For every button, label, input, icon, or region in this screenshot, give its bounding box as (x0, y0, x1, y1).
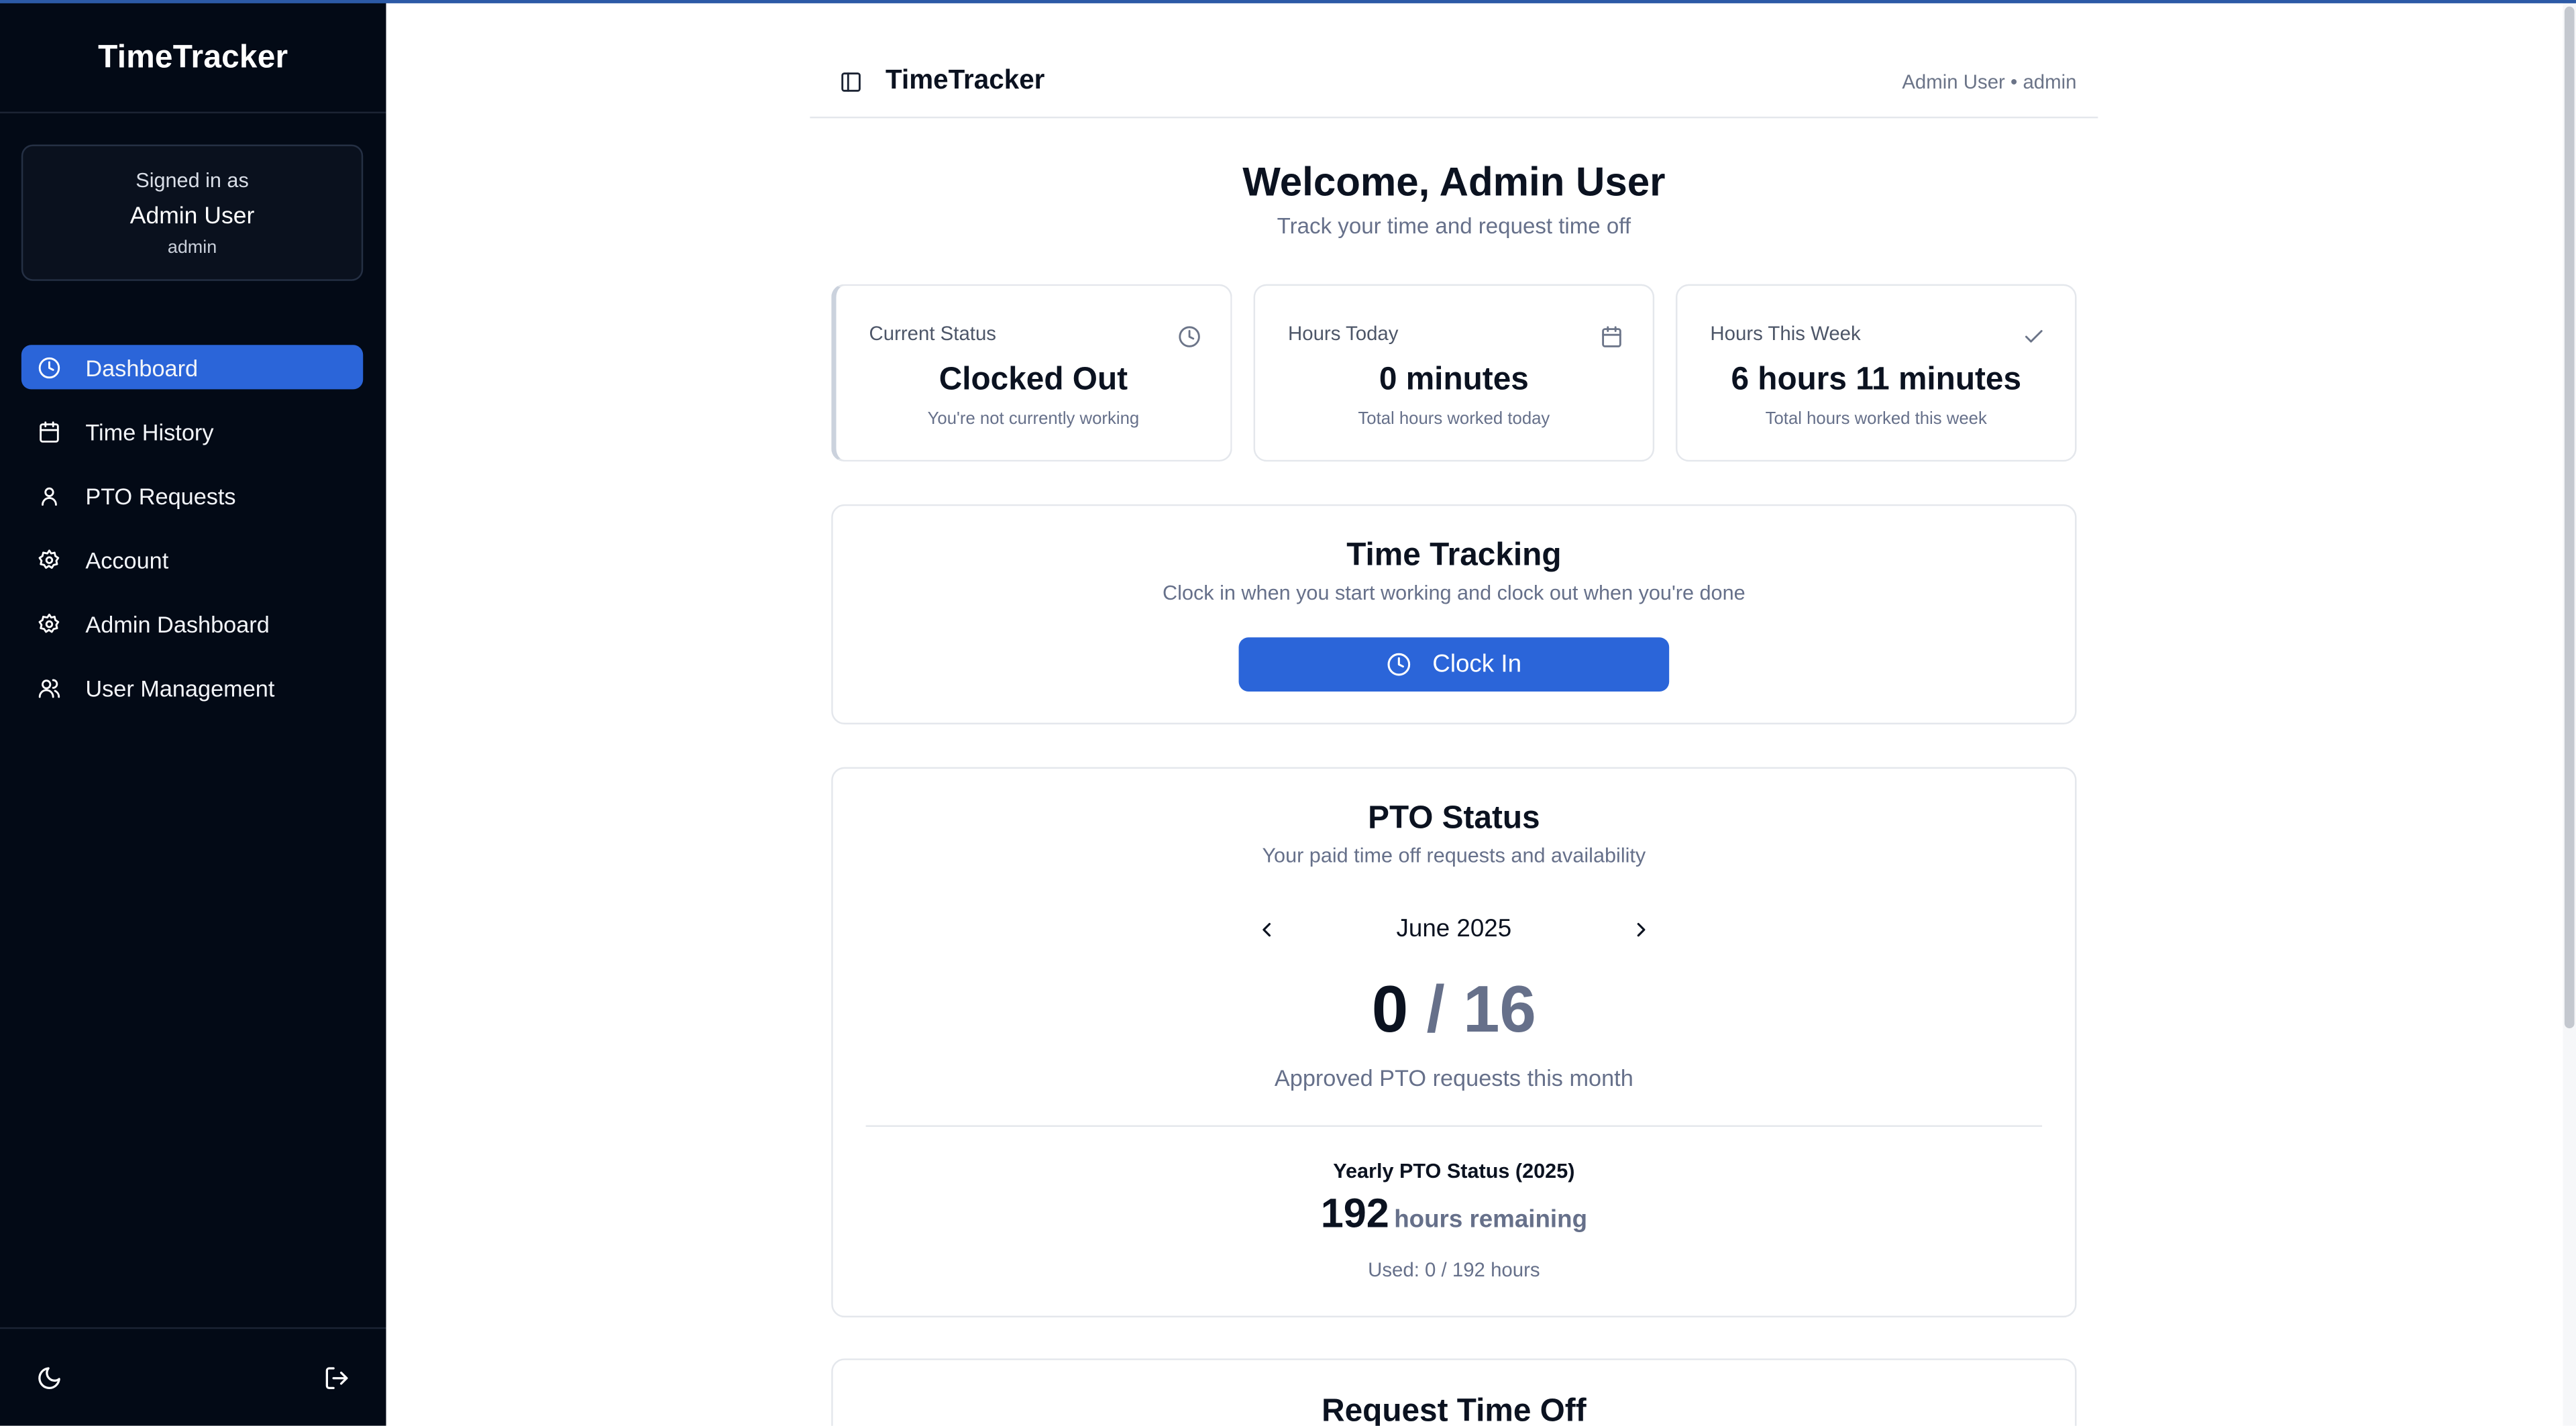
stat-description: Total hours worked today (1358, 408, 1550, 429)
time-tracking-card: Time Tracking Clock in when you start wo… (831, 504, 2077, 725)
signed-in-card: Signed in as Admin User admin (21, 144, 364, 281)
sidebar-item-label: Admin Dashboard (85, 611, 270, 638)
stat-description: You're not currently working (927, 408, 1140, 429)
clock-icon (1178, 325, 1201, 348)
sidebar-footer-divider (0, 1327, 386, 1329)
sidebar: TimeTracker Signed in as Admin User admi… (0, 0, 386, 1426)
calendar-icon (1600, 325, 1623, 348)
page-header: TimeTracker Admin User • admin (810, 49, 2098, 119)
stat-card-hours-this-week: Hours This Week 6 hours 11 minutes Total… (1675, 284, 2077, 462)
pto-divider (865, 1125, 2043, 1128)
yearly-pto-used: Used: 0 / 192 hours (1368, 1258, 1540, 1282)
pto-approved-count: 0 (1371, 974, 1409, 1047)
yearly-pto-title: Yearly PTO Status (2025) (1333, 1159, 1575, 1183)
sidebar-divider (0, 111, 386, 113)
sidebar-item-label: Time History (85, 418, 214, 445)
stat-value: 6 hours 11 minutes (1731, 361, 2022, 398)
yearly-pto-remaining: 192 hours remaining (833, 1191, 2075, 1239)
sidebar-item-dashboard[interactable]: Dashboard (21, 345, 364, 390)
app-window: TimeTracker Signed in as Admin User admi… (0, 0, 2576, 1426)
sidebar-item-label: User Management (85, 675, 275, 702)
sidebar-item-label: Account (85, 547, 169, 573)
users-icon (38, 677, 60, 700)
page-title: Welcome, Admin User (1242, 161, 1666, 206)
sidebar-item-time-history[interactable]: Time History (21, 409, 363, 453)
sidebar-nav: Dashboard Time History PTO Requests Acco… (21, 345, 364, 731)
stat-label: Current Status (869, 322, 997, 345)
clock-icon (1387, 652, 1411, 677)
settings-icon (38, 549, 60, 571)
check-icon (2023, 325, 2045, 348)
stat-value: Clocked Out (938, 361, 1128, 398)
month-navigator: June 2025 (833, 910, 2075, 950)
page-scrollbar[interactable] (2563, 0, 2576, 1426)
clock-in-button[interactable]: Clock In (1238, 637, 1670, 692)
settings-icon (38, 613, 60, 636)
request-time-off-card: Request Time Off (831, 1358, 2077, 1426)
sidebar-item-label: PTO Requests (85, 482, 236, 509)
stat-card-hours-today: Hours Today 0 minutes Total hours worked… (1253, 284, 1655, 462)
top-accent-line (0, 0, 2576, 3)
pto-separator: / (1408, 974, 1463, 1047)
hours-remaining-value: 192 (1320, 1191, 1389, 1238)
request-time-off-title: Request Time Off (1322, 1392, 1587, 1426)
sidebar-item-user-management[interactable]: User Management (21, 667, 363, 711)
signed-in-role: admin (167, 238, 217, 258)
sidebar-toggle-icon[interactable] (839, 70, 862, 93)
logout-icon[interactable] (323, 1365, 350, 1391)
sidebar-brand: TimeTracker (98, 39, 288, 76)
header-title: TimeTracker (885, 65, 1045, 96)
user-icon (38, 484, 60, 507)
pto-caption: Approved PTO requests this month (1274, 1064, 1633, 1091)
stat-card-current-status: Current Status Clocked Out You're not cu… (831, 284, 1232, 462)
stat-label: Hours Today (1288, 322, 1399, 345)
stat-label: Hours This Week (1710, 322, 1861, 345)
pto-status-card: PTO Status Your paid time off requests a… (831, 767, 2077, 1318)
time-tracking-subtitle: Clock in when you start working and cloc… (1163, 581, 1746, 605)
month-label: June 2025 (1396, 915, 1512, 943)
calendar-icon (38, 420, 60, 443)
time-tracking-title: Time Tracking (1346, 537, 1562, 573)
pto-status-subtitle: Your paid time off requests and availabi… (1262, 844, 1646, 868)
sidebar-item-pto-requests[interactable]: PTO Requests (21, 474, 363, 518)
sidebar-item-admin-dashboard[interactable]: Admin Dashboard (21, 602, 363, 647)
pto-status-title: PTO Status (1368, 800, 1540, 836)
signed-in-name: Admin User (129, 203, 255, 230)
pto-total-count: 16 (1462, 974, 1536, 1047)
clock-in-label: Clock In (1432, 650, 1522, 679)
stat-description: Total hours worked this week (1765, 408, 1987, 429)
stat-value: 0 minutes (1379, 361, 1529, 398)
scrollbar-thumb[interactable] (2564, 6, 2575, 1029)
hours-remaining-label: hours remaining (1394, 1205, 1588, 1234)
header-user-info: Admin User • admin (1902, 70, 2077, 94)
signed-in-label: Signed in as (136, 169, 249, 193)
moon-icon[interactable] (36, 1365, 62, 1391)
clock-icon (38, 355, 60, 378)
sidebar-item-label: Dashboard (85, 353, 199, 380)
sidebar-item-account[interactable]: Account (21, 538, 363, 582)
pto-monthly-count: 0 / 16 (833, 974, 2075, 1048)
chevron-right-icon[interactable] (1629, 918, 1652, 941)
page-subtitle: Track your time and request time off (1277, 213, 1631, 239)
